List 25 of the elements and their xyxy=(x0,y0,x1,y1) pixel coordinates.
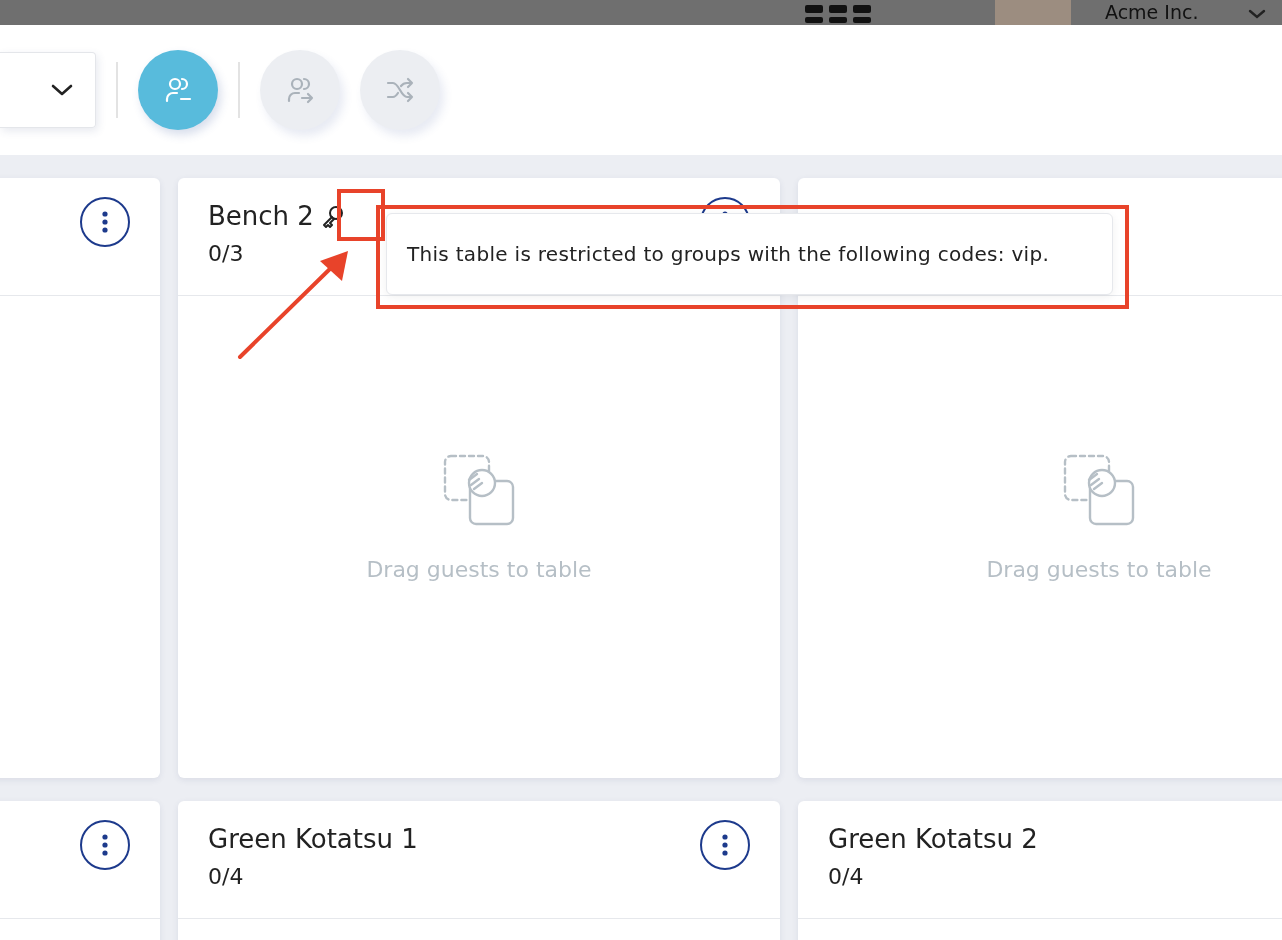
drag-hand-icon xyxy=(1062,452,1136,527)
chevron-down-icon[interactable] xyxy=(1248,9,1266,19)
tooltip: This table is restricted to groups with the following codes: vip. xyxy=(386,213,1113,295)
vertical-dots-icon xyxy=(102,834,108,856)
app-grid-icon[interactable] xyxy=(805,5,871,23)
table-name: Bench 2 xyxy=(208,201,314,231)
more-options-button[interactable] xyxy=(700,820,750,870)
empty-state-text: Drag guests to table xyxy=(986,556,1212,582)
account-name[interactable]: Acme Inc. xyxy=(1105,1,1199,23)
person-minus-icon xyxy=(163,75,193,105)
seat-count: 0/4 xyxy=(828,864,865,889)
chevron-down-icon xyxy=(51,84,73,96)
shuffle-icon xyxy=(385,75,415,105)
dropdown-field[interactable] xyxy=(0,52,96,128)
table-name: Green Kotatsu 1 xyxy=(208,824,418,854)
seat-count: 0/3 xyxy=(208,241,245,266)
person-arrow-icon xyxy=(285,75,315,105)
vertical-dots-icon xyxy=(722,834,728,856)
more-options-button[interactable] xyxy=(80,820,130,870)
vertical-dots-icon xyxy=(102,211,108,233)
table-name: Green Kotatsu 2 xyxy=(828,824,1038,854)
seat-count: 0/4 xyxy=(208,864,245,889)
drag-hand-icon xyxy=(442,452,516,527)
empty-state-text: Drag guests to table xyxy=(366,556,592,582)
more-options-button[interactable] xyxy=(80,197,130,247)
